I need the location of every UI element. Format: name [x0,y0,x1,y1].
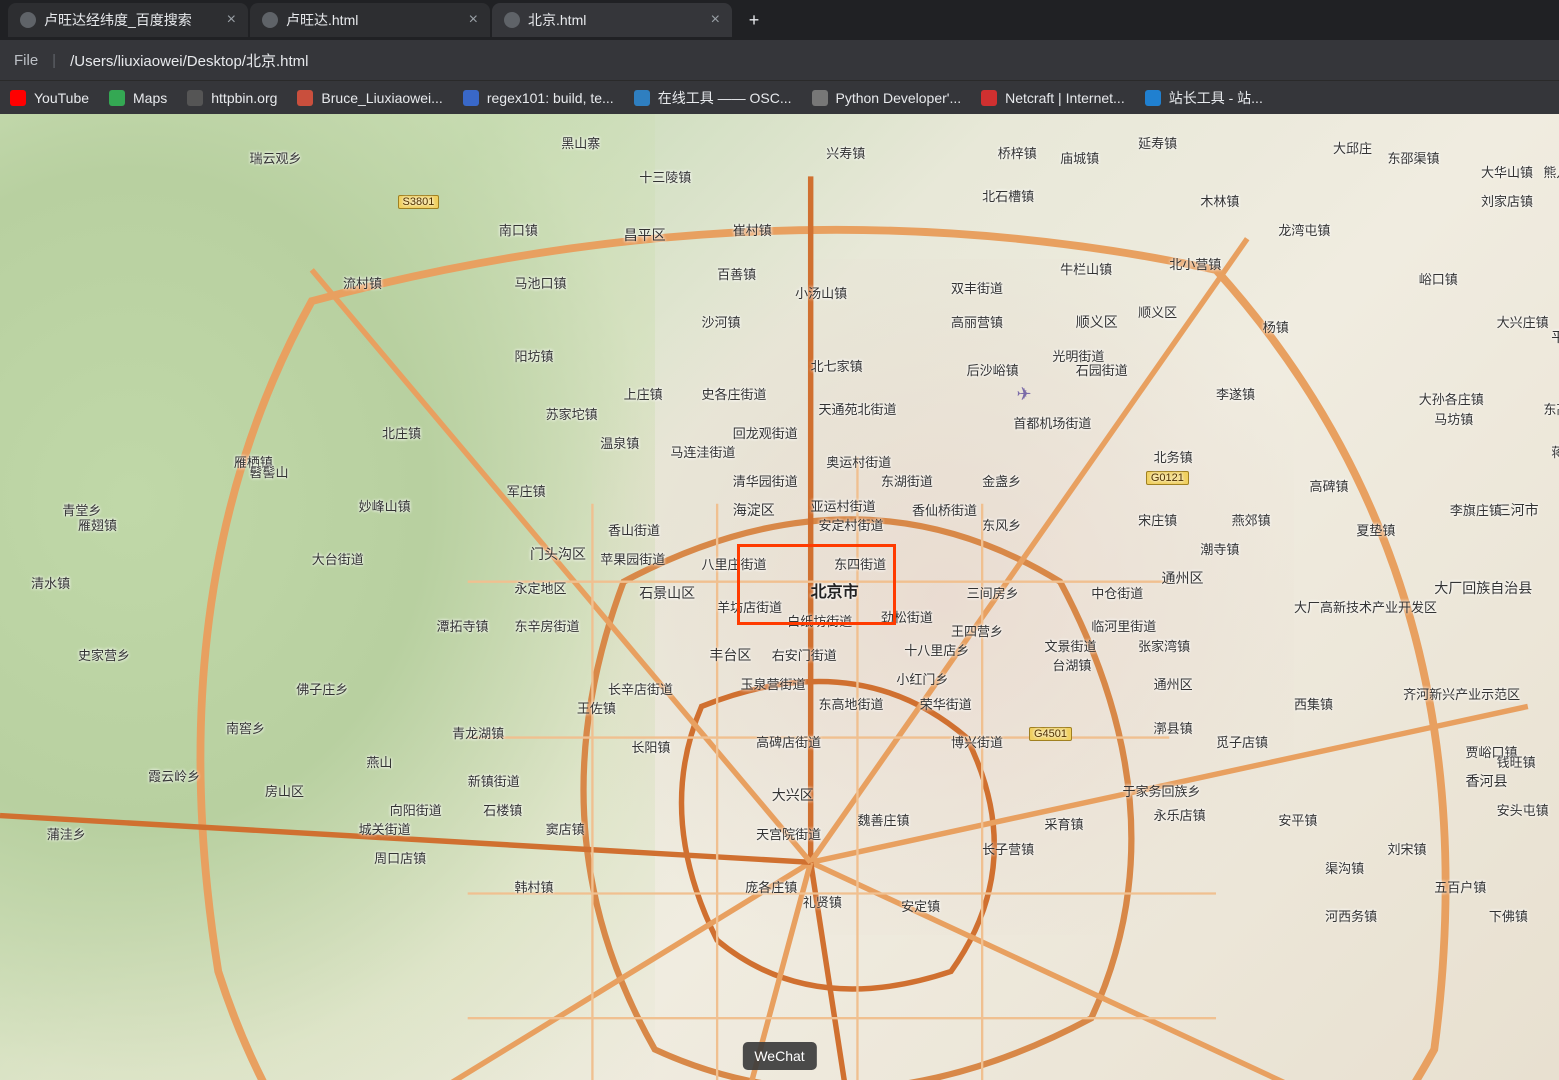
bookmark-favicon [10,90,26,106]
bookmark-item[interactable]: httpbin.org [187,90,277,106]
browser-tab-strip: 卢旺达经纬度_百度搜索 × 卢旺达.html × 北京.html × + [0,0,1559,40]
bookmark-label: Maps [133,90,167,106]
bookmark-label: 站长工具 - 站... [1169,88,1263,108]
tab-favicon [504,12,520,28]
bookmark-item[interactable]: 站长工具 - 站... [1145,88,1263,108]
tab-favicon [262,12,278,28]
bookmark-favicon [812,90,828,106]
separator: | [52,52,56,69]
tab-title: 卢旺达经纬度_百度搜索 [44,10,219,30]
bookmark-label: 在线工具 —— OSC... [658,88,792,108]
file-scheme-label: File [14,52,38,69]
bookmark-favicon [109,90,125,106]
bookmark-label: Netcraft | Internet... [1005,90,1125,106]
bookmarks-bar: YouTube Maps httpbin.org Bruce_Liuxiaowei..… [0,80,1559,114]
bookmark-label: Bruce_Liuxiaowei... [321,90,442,106]
bookmark-item[interactable]: Python Developer'... [812,90,962,106]
bookmark-favicon [463,90,479,106]
bookmark-item[interactable]: YouTube [10,90,89,106]
road-network [0,114,1559,1080]
bookmark-item[interactable]: Maps [109,90,167,106]
bookmark-favicon [297,90,313,106]
bookmark-label: Python Developer'... [836,90,962,106]
file-path[interactable]: /Users/liuxiaowei/Desktop/北京.html [70,50,308,71]
bookmark-favicon [981,90,997,106]
address-bar: File | /Users/liuxiaowei/Desktop/北京.html [0,40,1559,80]
new-tab-button[interactable]: + [740,6,768,34]
tab-favicon [20,12,36,28]
bookmark-label: httpbin.org [211,90,277,106]
bookmark-favicon [1145,90,1161,106]
tab-1[interactable]: 卢旺达经纬度_百度搜索 × [8,3,248,37]
tab-3-active[interactable]: 北京.html × [492,3,732,37]
tab-title: 北京.html [528,10,703,30]
map-viewport[interactable]: ✈ 延寿镇桥梓镇庙城镇大邱庄东邵渠镇瑞云观乡黑山寨大华山镇十三陵镇兴寿镇北石槽镇… [0,114,1559,1080]
bookmark-item[interactable]: 在线工具 —— OSC... [634,88,792,108]
bookmark-label: YouTube [34,90,89,106]
bookmark-item[interactable]: Bruce_Liuxiaowei... [297,90,442,106]
tab-2[interactable]: 卢旺达.html × [250,3,490,37]
bookmark-label: regex101: build, te... [487,90,614,106]
close-icon[interactable]: × [711,11,720,29]
bookmark-favicon [187,90,203,106]
bookmark-favicon [634,90,650,106]
close-icon[interactable]: × [227,11,236,29]
bookmark-item[interactable]: Netcraft | Internet... [981,90,1125,106]
bookmark-item[interactable]: regex101: build, te... [463,90,614,106]
tab-title: 卢旺达.html [286,10,461,30]
close-icon[interactable]: × [469,11,478,29]
